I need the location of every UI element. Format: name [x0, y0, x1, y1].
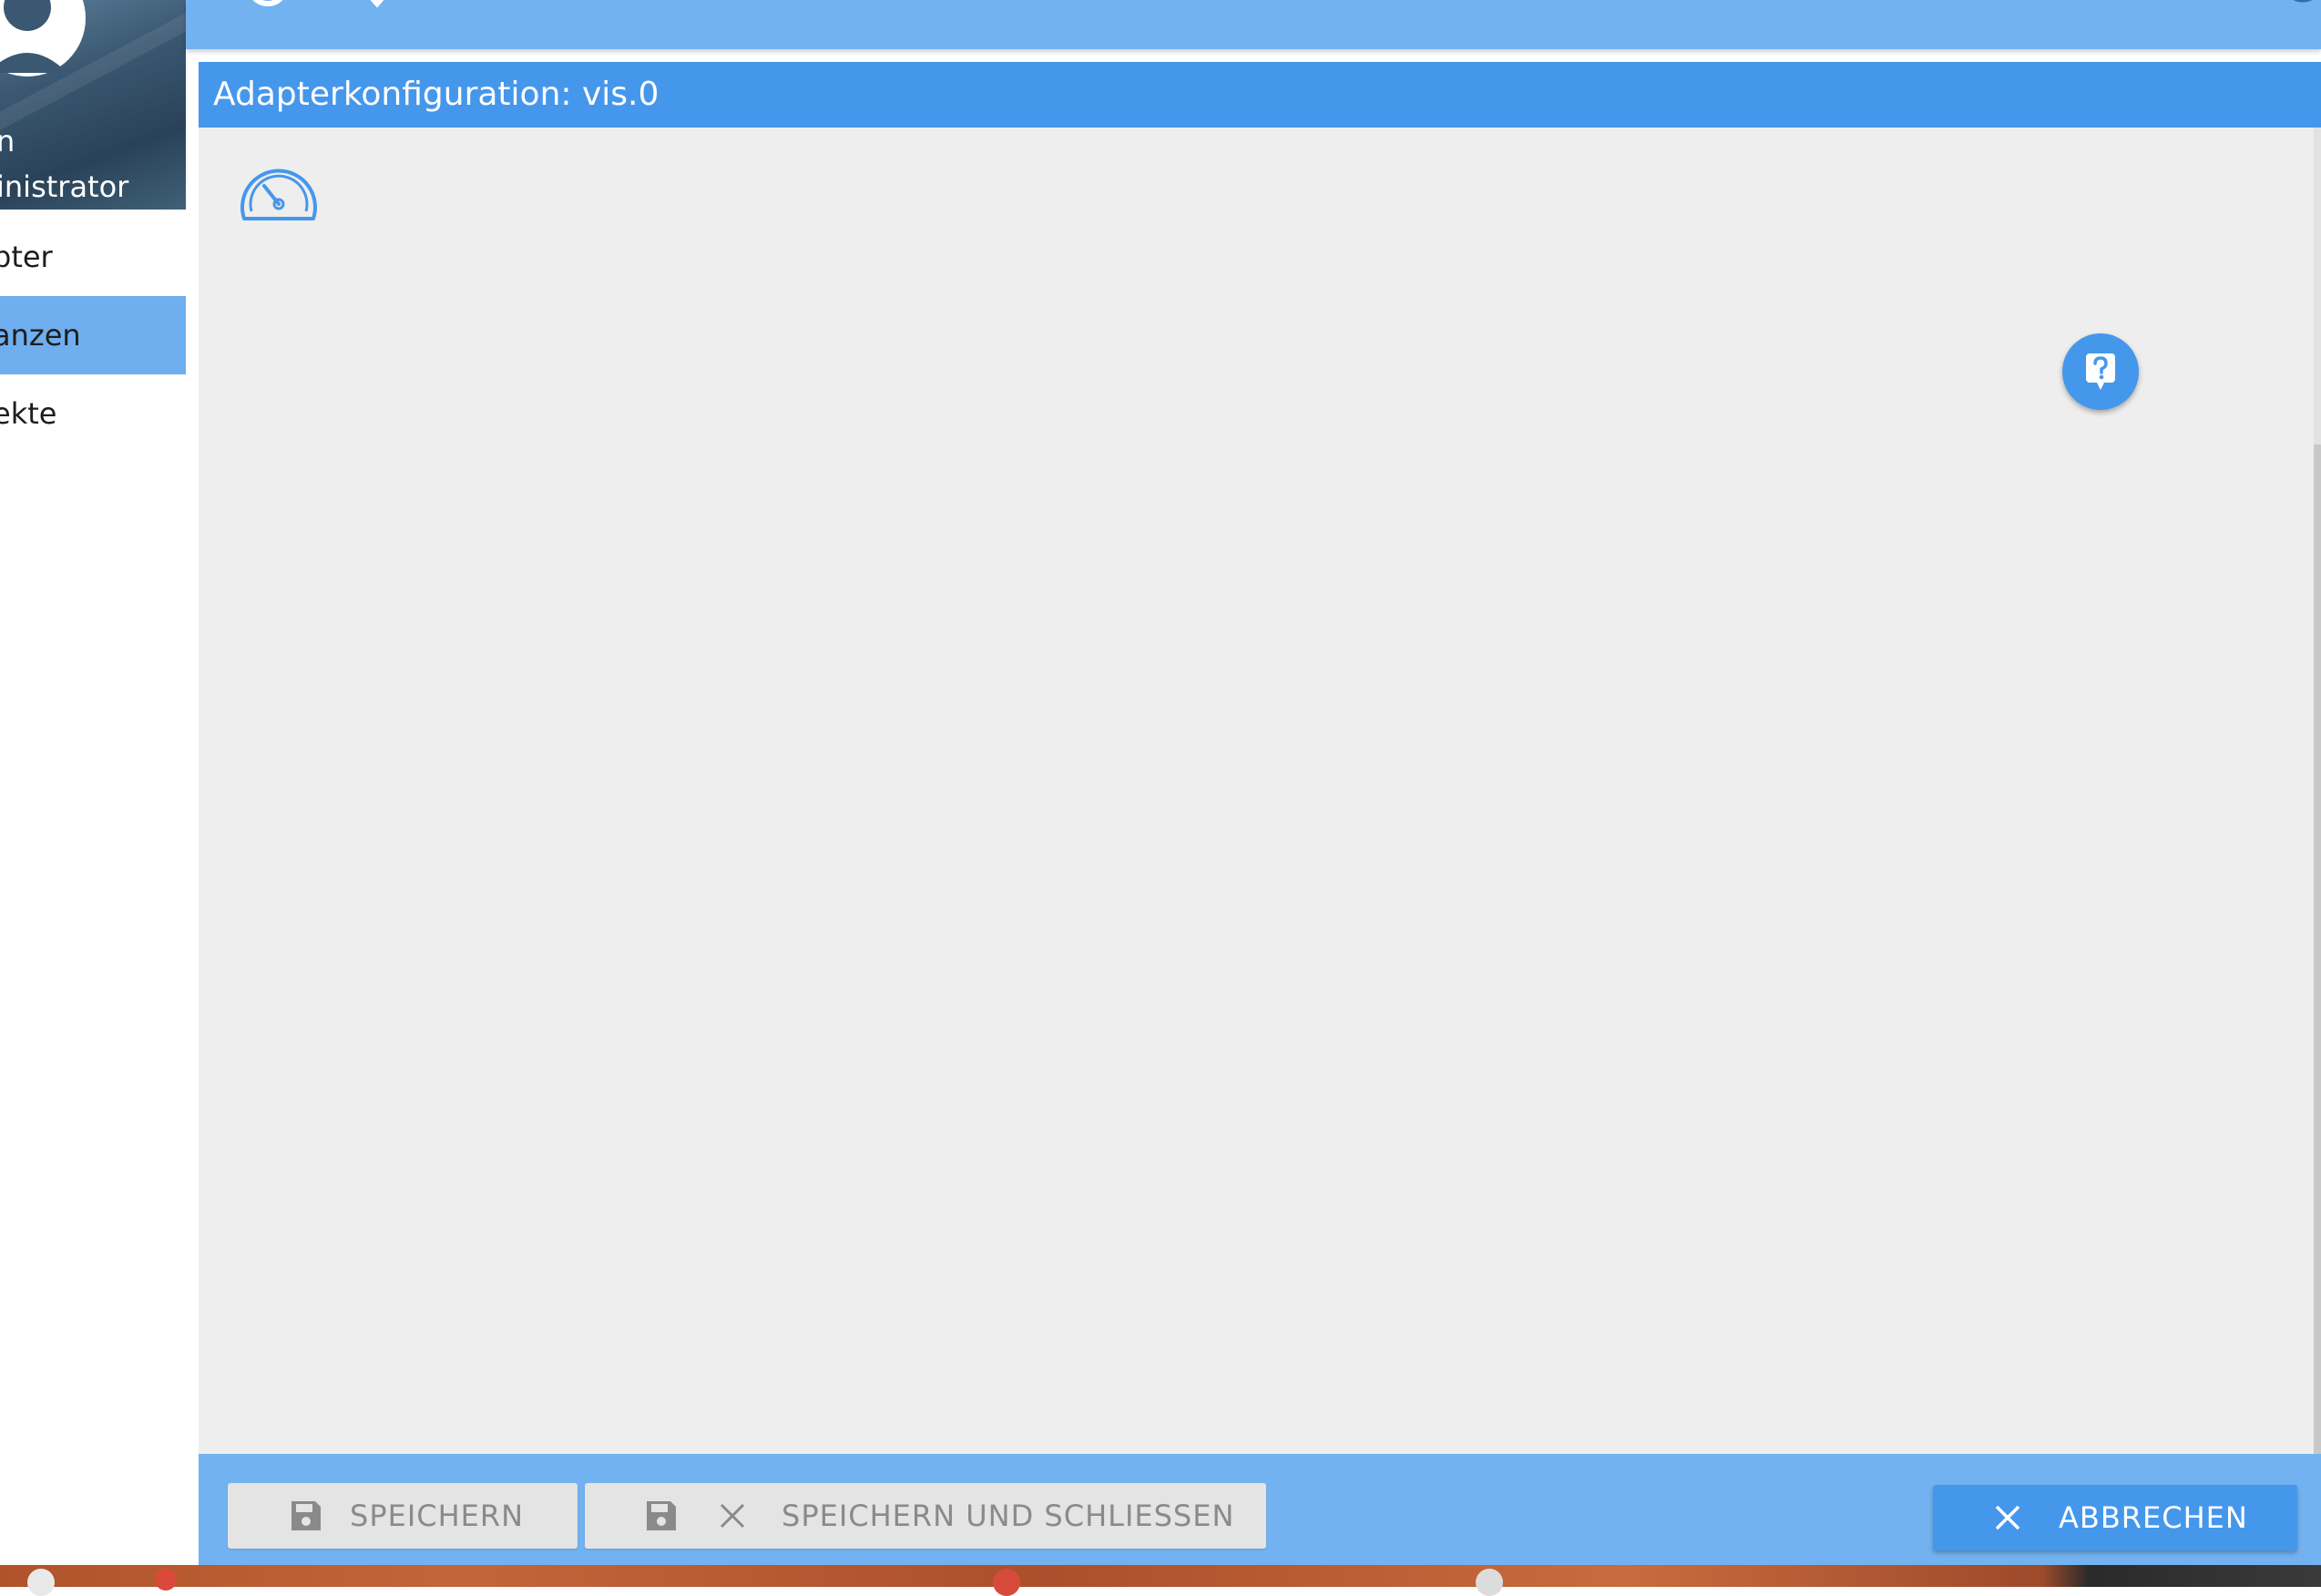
- top-toolbar: [186, 0, 2321, 49]
- dialog-footer: SPEICHERN SPEICHERN UND SCHLIESSEN ABBRE…: [199, 1454, 2321, 1565]
- dialog-title: Adapterkonfiguration: vis.0: [199, 62, 2321, 128]
- floppy-disk-icon: [643, 1498, 680, 1534]
- vis-adapter-logo-icon: [240, 169, 317, 220]
- sidebar-item-instances[interactable]: anzen: [0, 296, 186, 374]
- info-icon[interactable]: [2266, 0, 2321, 20]
- sidebar: n inistrator pter anzen ekte: [0, 0, 186, 1565]
- adapter-config-dialog: Adapterkonfiguration: vis.0: [199, 62, 2321, 1565]
- cancel-button[interactable]: ABBRECHEN: [1933, 1485, 2297, 1550]
- save-and-close-button-label: SPEICHERN UND SCHLIESSEN: [782, 1499, 1235, 1533]
- scrollbar-thumb[interactable]: [2314, 445, 2321, 1510]
- os-taskbar: [0, 1565, 2321, 1596]
- cancel-button-label: ABBRECHEN: [2059, 1500, 2248, 1535]
- floppy-disk-icon: [288, 1498, 324, 1534]
- save-and-close-button[interactable]: SPEICHERN UND SCHLIESSEN: [585, 1483, 1266, 1549]
- sidebar-item-objects[interactable]: ekte: [0, 374, 186, 453]
- user-name: n: [0, 124, 15, 159]
- chevron-icon[interactable]: [359, 0, 395, 13]
- sidebar-item-adapter[interactable]: pter: [0, 218, 186, 296]
- save-button[interactable]: SPEICHERN: [228, 1483, 578, 1549]
- close-icon: [714, 1498, 751, 1534]
- refresh-icon[interactable]: [240, 0, 295, 13]
- help-button[interactable]: [2062, 333, 2139, 410]
- user-profile-header: n inistrator: [0, 0, 186, 210]
- question-help-icon: [2086, 353, 2115, 390]
- close-icon: [1989, 1499, 2026, 1536]
- save-button-label: SPEICHERN: [350, 1499, 525, 1533]
- user-role: inistrator: [0, 169, 129, 204]
- user-avatar-icon: [0, 0, 86, 77]
